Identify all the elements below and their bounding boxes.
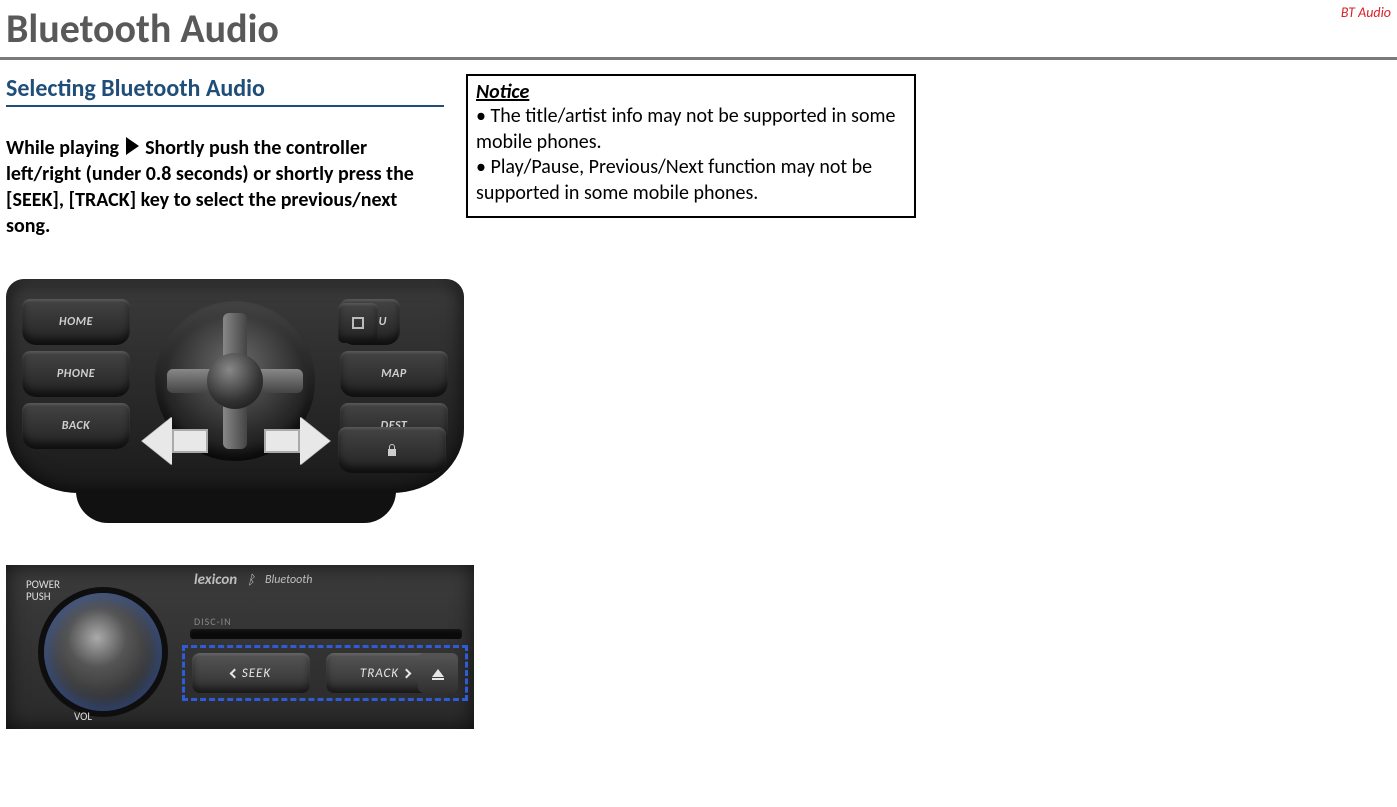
disc-in-label: DISC-IN: [194, 615, 232, 628]
section-subtitle: Selecting Bluetooth Audio: [6, 74, 444, 107]
controller-back-button: BACK: [22, 403, 130, 449]
controller-map-button: MAP: [340, 351, 448, 397]
controller-home-button: HOME: [22, 299, 130, 345]
bluetooth-text: Bluetooth: [265, 573, 313, 587]
volume-label: VOL: [74, 710, 92, 723]
instruction-pre: While playing: [6, 136, 124, 160]
controller-lock-button: [338, 427, 446, 473]
radio-face-illustration: POWER PUSH VOL lexicon ᛒ Bluetooth DISC-…: [6, 565, 474, 729]
highlight-dashed-box: [182, 645, 468, 701]
disc-slot: [190, 629, 462, 639]
notice-title: Notice: [476, 80, 906, 104]
power-label: POWER PUSH: [26, 579, 60, 602]
right-arrow-overlay-icon: [264, 417, 330, 465]
play-icon: [126, 137, 139, 155]
left-arrow-overlay-icon: [142, 417, 208, 465]
notice-item: • Play/Pause, Previous/Next function may…: [476, 155, 906, 206]
bluetooth-icon: ᛒ: [247, 573, 255, 588]
volume-knob: [44, 593, 162, 711]
controller-phone-button: PHONE: [22, 351, 130, 397]
lock-icon: [386, 443, 398, 457]
instruction-text: While playing Shortly push the controlle…: [6, 135, 444, 239]
square-icon: [352, 317, 364, 329]
page-title: Bluetooth Audio: [0, 0, 1397, 53]
header-category-tag: BT Audio: [1341, 4, 1391, 21]
controller-aux-button: [338, 303, 378, 343]
brand-logo-text: lexicon: [194, 571, 237, 589]
controller-pad-illustration: HOME PHONE BACK MENU MAP DEST: [6, 279, 466, 523]
notice-item: • The title/artist info may not be suppo…: [476, 104, 906, 155]
notice-box: Notice • The title/artist info may not b…: [466, 74, 916, 218]
